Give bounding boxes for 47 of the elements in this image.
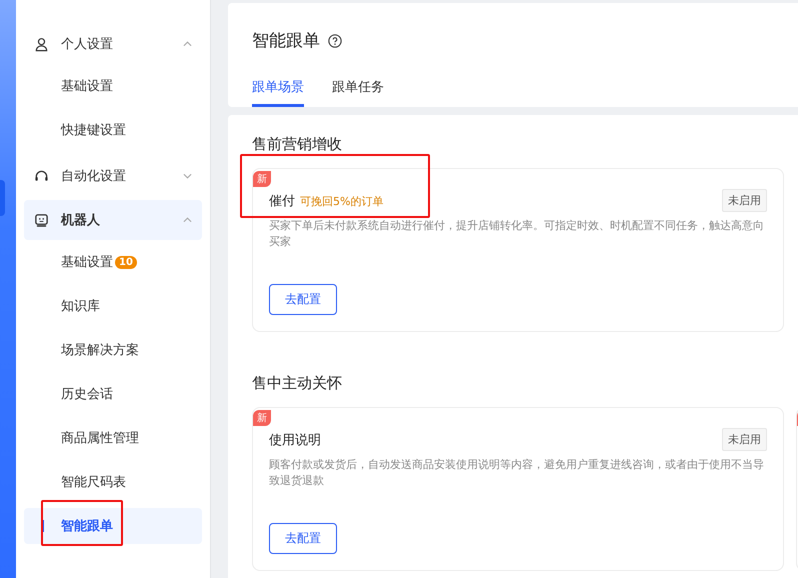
section-title: 售中主动关怀 xyxy=(252,374,343,393)
menu-group[interactable]: 机器人 xyxy=(24,200,202,240)
card-title: 催付 xyxy=(269,192,295,210)
menu-group-label: 自动化设置 xyxy=(61,168,127,185)
tab[interactable]: 跟单场景 xyxy=(252,78,304,107)
menu-item[interactable]: 知识库 xyxy=(24,288,202,324)
menu-group[interactable]: 自动化设置 xyxy=(24,156,202,196)
new-badge: 新 xyxy=(253,171,271,187)
person-icon xyxy=(34,36,49,52)
menu-item[interactable]: 历史会话 xyxy=(24,376,202,412)
menu-group[interactable]: 个人设置 xyxy=(24,24,202,64)
card-description: 买家下单后未付款系统自动进行催付，提升店铺转化率。可指定时效、时机配置不同任务，触达高意向买家 xyxy=(269,218,765,250)
tab[interactable]: 跟单任务 xyxy=(332,78,384,107)
configure-button[interactable]: 去配置 xyxy=(269,523,337,554)
help-icon[interactable] xyxy=(328,34,342,48)
menu-item-label: 基础设置 xyxy=(61,254,113,271)
new-badge: 新 xyxy=(253,410,271,426)
menu-group-label: 机器人 xyxy=(61,212,101,229)
menu-group-label: 个人设置 xyxy=(61,36,114,53)
chevron-up-icon xyxy=(183,41,192,47)
status-tag: 未启用 xyxy=(722,428,767,451)
menu-item-label: 智能跟单 xyxy=(61,518,113,535)
card-highlight: 可挽回5%的订单 xyxy=(300,194,384,208)
menu-item[interactable]: 场景解决方案 xyxy=(24,332,202,368)
menu-item[interactable]: 基础设置 xyxy=(24,68,202,104)
section-title: 售前营销增收 xyxy=(252,135,343,154)
menu-item-label: 商品属性管理 xyxy=(61,430,139,447)
menu-item-label: 历史会话 xyxy=(61,386,113,403)
chevron-up-icon xyxy=(183,217,192,223)
card-description: 顾客付款或发货后，自动发送商品安装使用说明等内容，避免用户重复进线咨询，或者由于使用不当导致退货退款 xyxy=(269,457,765,489)
chevron-down-icon xyxy=(183,173,192,179)
menu-item[interactable]: 智能尺码表 xyxy=(24,464,202,500)
menu-item-label: 快捷键设置 xyxy=(61,122,126,139)
menu-item-label: 知识库 xyxy=(61,298,100,315)
menu-item[interactable]: 基础设置 10 xyxy=(24,244,202,280)
robot-icon xyxy=(34,212,49,228)
card-title: 使用说明 xyxy=(269,432,321,448)
menu-item-label: 基础设置 xyxy=(61,78,113,95)
count-badge: 10 xyxy=(115,256,137,268)
configure-button[interactable]: 去配置 xyxy=(269,284,337,315)
menu-item[interactable]: 快捷键设置 xyxy=(24,112,202,148)
page-title: 智能跟单 xyxy=(252,30,320,52)
menu-item[interactable]: 商品属性管理 xyxy=(24,420,202,456)
status-tag: 未启用 xyxy=(722,189,767,212)
menu-item-label: 智能尺码表 xyxy=(61,474,126,491)
headset-icon xyxy=(34,168,49,184)
menu-item-label: 场景解决方案 xyxy=(61,342,139,359)
